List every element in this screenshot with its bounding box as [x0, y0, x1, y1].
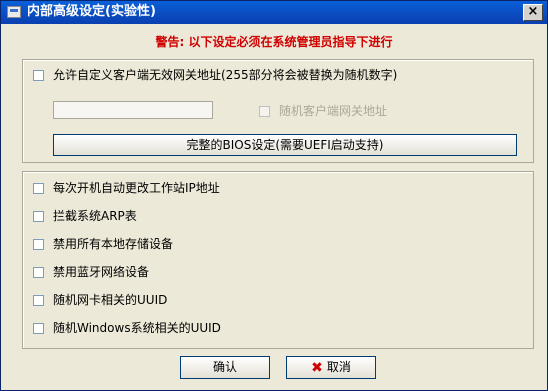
option-disable-storage[interactable]: 禁用所有本地存储设备: [33, 236, 173, 252]
x-icon: ✖: [311, 359, 323, 376]
option-checkbox[interactable]: [33, 238, 44, 250]
options-group: 每次开机自动更改工作站IP地址 拦截系统ARP表 禁用所有本地存储设备 禁用蓝牙…: [22, 171, 534, 349]
random-gateway-checkbox: [259, 105, 270, 117]
ok-button[interactable]: 确认: [180, 356, 270, 379]
gateway-checkbox[interactable]: [33, 69, 44, 81]
option-block-arp[interactable]: 拦截系统ARP表: [33, 208, 137, 224]
random-gateway-option: 随机客户端网关地址: [259, 103, 387, 119]
close-icon: ×: [527, 4, 539, 19]
option-label: 禁用蓝牙网络设备: [53, 265, 150, 279]
gateway-group: 允许自定义客户端无效网关地址(255部分将会被替换为随机数字) 随机客户端网关地…: [22, 59, 534, 163]
option-label: 每次开机自动更改工作站IP地址: [53, 181, 220, 195]
option-disable-bluetooth[interactable]: 禁用蓝牙网络设备: [33, 264, 149, 280]
option-checkbox[interactable]: [33, 182, 44, 194]
option-auto-change-ip[interactable]: 每次开机自动更改工作站IP地址: [33, 180, 220, 196]
window-app-icon: [7, 6, 21, 18]
random-gateway-label: 随机客户端网关地址: [279, 104, 388, 118]
gateway-address-input[interactable]: [53, 101, 213, 119]
gateway-option[interactable]: 允许自定义客户端无效网关地址(255部分将会被替换为随机数字): [33, 67, 397, 83]
close-button[interactable]: ×: [523, 4, 543, 21]
warning-text: 警告: 以下设定必须在系统管理员指导下进行: [155, 35, 393, 49]
ok-button-label: 确认: [212, 360, 237, 374]
option-random-windows-uuid[interactable]: 随机Windows系统相关的UUID: [33, 320, 221, 336]
dialog-body: 警告: 以下设定必须在系统管理员指导下进行 允许自定义客户端无效网关地址(255…: [2, 25, 546, 389]
option-label: 随机网卡相关的UUID: [53, 293, 168, 307]
option-label: 随机Windows系统相关的UUID: [53, 321, 221, 335]
gateway-checkbox-label: 允许自定义客户端无效网关地址(255部分将会被替换为随机数字): [53, 68, 398, 82]
option-label: 拦截系统ARP表: [53, 209, 137, 223]
title-bar[interactable]: 内部高级设定(实验性) ×: [1, 1, 547, 24]
dialog-window: 内部高级设定(实验性) × 警告: 以下设定必须在系统管理员指导下进行 允许自定…: [0, 0, 548, 391]
window-title: 内部高级设定(实验性): [27, 4, 156, 19]
option-checkbox[interactable]: [33, 266, 44, 278]
option-checkbox[interactable]: [33, 294, 44, 306]
bios-settings-button[interactable]: 完整的BIOS设定(需要UEFI启动支持): [53, 134, 517, 156]
option-checkbox[interactable]: [33, 322, 44, 334]
cancel-button[interactable]: ✖ 取消: [286, 356, 376, 379]
option-random-nic-uuid[interactable]: 随机网卡相关的UUID: [33, 292, 167, 308]
cancel-button-label: 取消: [326, 360, 351, 374]
option-checkbox[interactable]: [33, 210, 44, 222]
option-label: 禁用所有本地存储设备: [53, 237, 174, 251]
